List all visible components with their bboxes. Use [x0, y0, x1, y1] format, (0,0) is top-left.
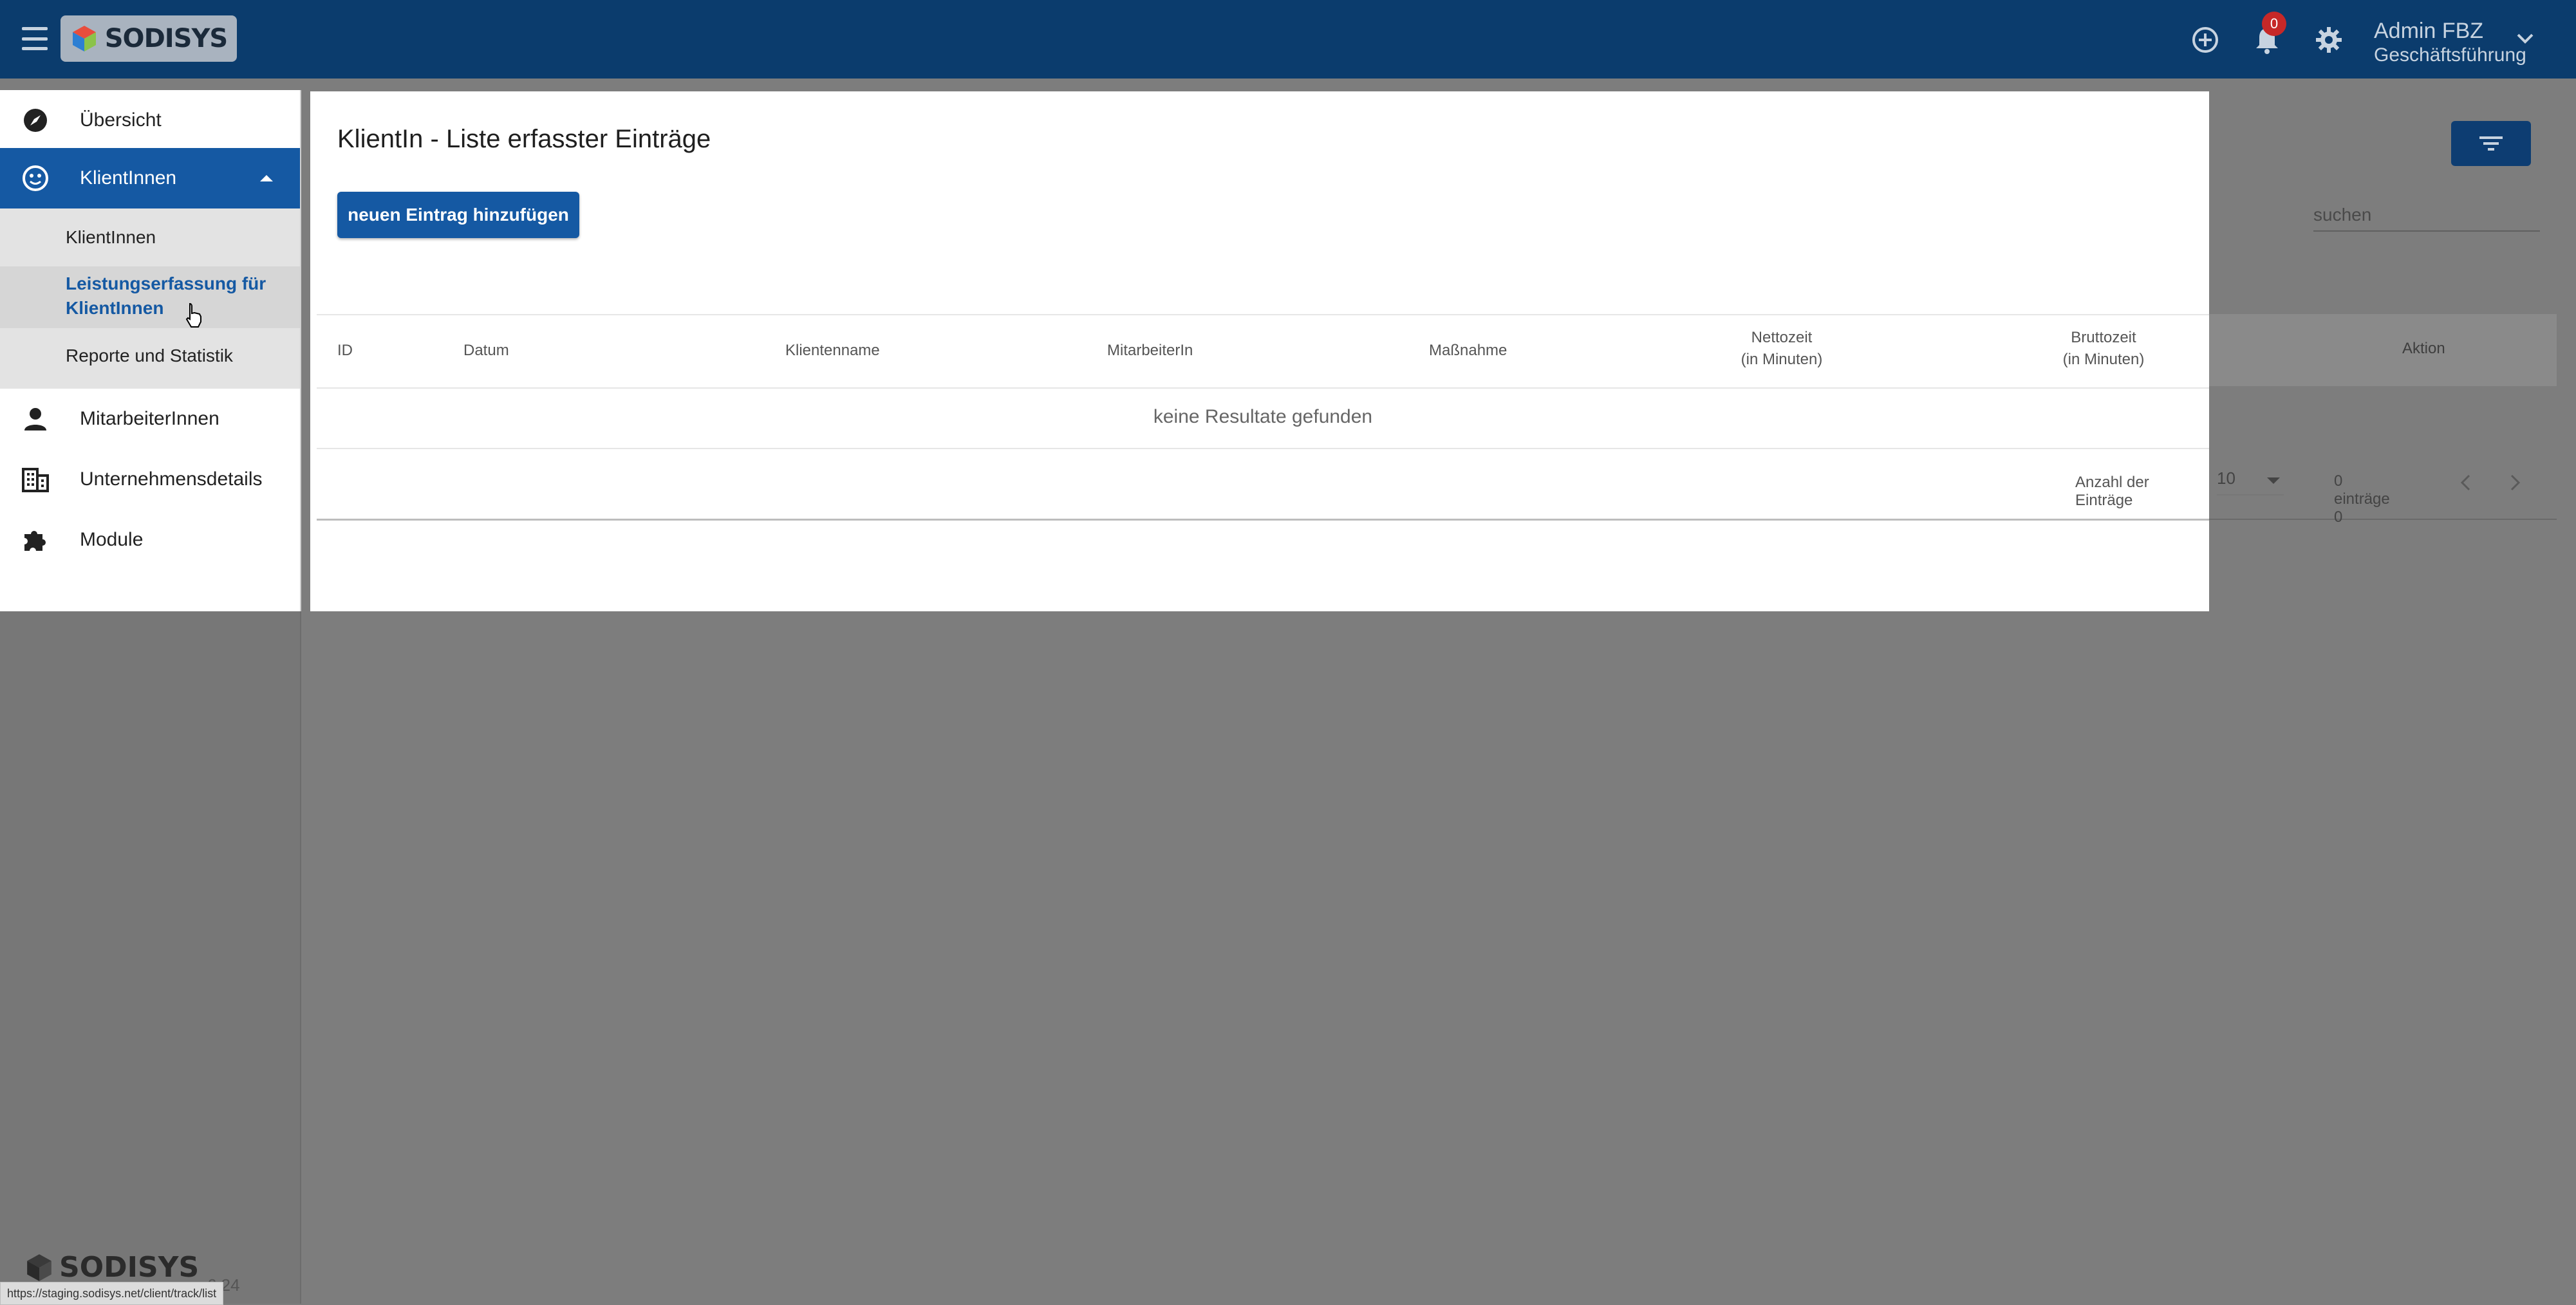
column-header-mitarbeiterin[interactable]: MitarbeiterIn	[1107, 340, 1193, 362]
page-size-value: 10	[2217, 468, 2235, 488]
submenu-item-label: KlientInnen	[66, 227, 156, 247]
column-header-bruttozeit-line1: Bruttozeit	[2071, 329, 2136, 346]
page-size-select[interactable]: 10	[2217, 468, 2284, 495]
chevron-down-icon[interactable]	[2515, 32, 2535, 48]
menu-icon[interactable]	[22, 27, 48, 50]
dropdown-arrow-icon	[2267, 477, 2280, 484]
column-header-datum[interactable]: Datum	[463, 340, 509, 362]
submenu-item-label: Reporte und Statistik	[66, 346, 233, 366]
top-bar: SODISYS 0 Admin FBZ Geschäftsführung	[0, 0, 2576, 79]
user-role: Geschäftsführung	[2374, 44, 2526, 66]
building-icon	[21, 465, 50, 494]
sidebar-item-label: Module	[80, 529, 144, 550]
footer-logo-cube-icon	[27, 1254, 51, 1281]
sidebar-item-unternehmensdetails[interactable]: Unternehmensdetails	[0, 449, 300, 510]
footer-logo-text: SODISYS	[59, 1251, 200, 1284]
submenu-item-label: Leistungserfassung für KlientInnen	[66, 273, 266, 318]
previous-page-icon[interactable]	[2452, 470, 2478, 495]
add-entry-button[interactable]: neuen Eintrag hinzufügen	[337, 192, 579, 238]
entry-count: 0 einträge 0	[2334, 472, 2390, 526]
column-header-aktion: Aktion	[2402, 340, 2445, 357]
sidebar-item-label: Unternehmensdetails	[80, 468, 263, 490]
sidebar-item-mitarbeiterinnen[interactable]: MitarbeiterInnen	[0, 389, 300, 449]
filter-button[interactable]	[2451, 121, 2531, 166]
sidebar-item-label: Übersicht	[80, 109, 162, 131]
pagination: Anzahl der Einträge 10 0 einträge 0	[317, 448, 2521, 526]
search-input[interactable]: suchen	[2313, 205, 2540, 232]
submenu-item-reporte[interactable]: Reporte und Statistik	[0, 328, 300, 386]
column-header-massnahme[interactable]: Maßnahme	[1429, 340, 1507, 362]
chevron-up-icon[interactable]	[259, 174, 274, 186]
footer-logo: SODISYS	[24, 1251, 199, 1284]
sidebar-item-module[interactable]: Module	[0, 510, 300, 570]
logo-text: SODISYS	[104, 24, 228, 53]
bg-table-header	[2209, 314, 2557, 386]
mouse-cursor-icon	[184, 302, 203, 331]
sidebar: Übersicht KlientInnen KlientInnen Leistu…	[0, 90, 301, 611]
entries-dialog: KlientIn - Liste erfasster Einträge neue…	[310, 91, 2521, 611]
column-header-nettozeit[interactable]: Nettozeit (in Minuten)	[1704, 327, 1859, 371]
empty-message: keine Resultate gefunden	[317, 386, 2209, 449]
column-header-bruttozeit[interactable]: Bruttozeit (in Minuten)	[2026, 327, 2181, 371]
gear-icon[interactable]	[2313, 24, 2344, 55]
compass-icon	[21, 106, 50, 135]
sidebar-item-klientinnen[interactable]: KlientInnen	[0, 148, 300, 208]
column-header-bruttozeit-line2: (in Minuten)	[2062, 351, 2145, 368]
puzzle-icon	[21, 525, 50, 555]
submenu-item-leistungserfassung[interactable]: Leistungserfassung für KlientInnen	[0, 266, 300, 328]
column-header-nettozeit-line1: Nettozeit	[1751, 329, 1813, 346]
next-page-icon[interactable]	[2503, 470, 2528, 495]
submenu: KlientInnen Leistungserfassung für Klien…	[0, 208, 300, 389]
sidebar-overlay	[0, 611, 301, 1304]
person-icon	[21, 404, 50, 434]
table-header: ID Datum Klientenname MitarbeiterIn Maßn…	[317, 314, 2209, 389]
smiley-icon	[21, 163, 50, 193]
dialog-title: KlientIn - Liste erfasster Einträge	[337, 125, 711, 153]
sidebar-item-label: MitarbeiterInnen	[80, 408, 219, 429]
app-logo[interactable]: SODISYS	[61, 15, 237, 62]
user-menu[interactable]: Admin FBZ Geschäftsführung	[2374, 18, 2526, 67]
column-header-klientenname[interactable]: Klientenname	[785, 340, 880, 362]
column-header-nettozeit-line2: (in Minuten)	[1741, 351, 1823, 368]
sidebar-item-overview[interactable]: Übersicht	[0, 90, 300, 151]
logo-cube-icon	[70, 24, 98, 53]
sidebar-item-label: KlientInnen	[80, 167, 177, 189]
submenu-item-klientinnen[interactable]: KlientInnen	[0, 208, 300, 266]
page-size-label: Anzahl der Einträge	[2075, 474, 2149, 509]
notification-badge: 0	[2262, 12, 2286, 36]
status-url: https://staging.sodisys.net/client/track…	[0, 1282, 224, 1305]
column-header-id[interactable]: ID	[337, 340, 353, 362]
user-name: Admin FBZ	[2374, 19, 2484, 43]
add-circle-icon[interactable]	[2190, 24, 2221, 55]
